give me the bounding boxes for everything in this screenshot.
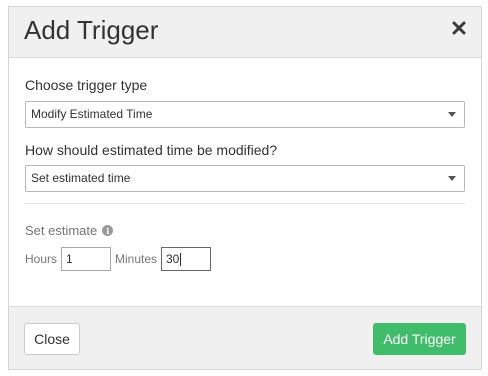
add-trigger-dialog: Add Trigger Choose trigger type Modify E… [8,6,482,370]
minutes-label: Minutes [115,252,158,266]
info-icon[interactable]: i [102,225,114,236]
section-divider [25,203,465,204]
chevron-down-icon [448,112,456,117]
dialog-footer: Close Add Trigger [9,306,481,369]
modification-label: How should estimated time be modified? [25,142,278,158]
set-estimate-heading: Set estimate i [25,223,114,238]
text-cursor [180,253,182,267]
close-button[interactable]: Close [24,323,80,355]
modification-value: Set estimated time [31,171,131,185]
hours-input[interactable]: 1 [61,247,111,271]
add-trigger-button[interactable]: Add Trigger [373,323,466,355]
modification-select[interactable]: Set estimated time [25,165,465,192]
trigger-type-value: Modify Estimated Time [31,107,153,121]
hours-value: 1 [66,252,73,266]
minutes-value: 30 [166,252,180,266]
minutes-input[interactable]: 30 [161,247,211,271]
trigger-type-select[interactable]: Modify Estimated Time [25,101,465,128]
dialog-header: Add Trigger [9,7,481,58]
hours-label: Hours [25,252,58,266]
set-estimate-label: Set estimate [25,223,98,238]
trigger-type-label: Choose trigger type [25,77,148,93]
dialog-title: Add Trigger [24,15,159,45]
close-icon[interactable] [449,16,469,40]
chevron-down-icon [448,176,456,181]
